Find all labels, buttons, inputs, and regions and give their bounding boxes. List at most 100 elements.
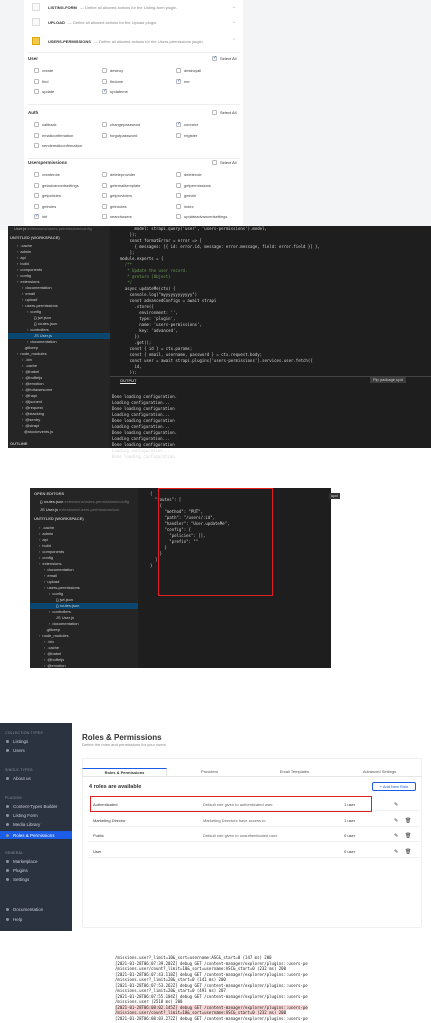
plugin-row-listing-form[interactable]: LISTING-FORM — Define all allowed action… [32, 0, 236, 14]
checkbox-icon[interactable] [176, 68, 181, 73]
permission-create[interactable]: create [34, 68, 53, 73]
add-role-button[interactable]: + Add New Role [372, 782, 416, 791]
checkbox-icon[interactable] [34, 172, 39, 177]
checkbox-icon[interactable] [102, 193, 107, 198]
delete-icon[interactable]: 🗑 [405, 818, 411, 824]
checkbox-icon[interactable] [102, 88, 107, 94]
chevron-down-icon[interactable]: ⌄ [232, 4, 236, 10]
plugin-row-users-permissions[interactable]: USERS-PERMISSIONS — Define all allowed a… [32, 34, 236, 48]
nav-item[interactable]: Roles & Permissions [0, 831, 72, 839]
permission-getroles[interactable]: getroles [34, 203, 56, 209]
tab-item[interactable]: Email Templates [252, 768, 337, 776]
workspace-header[interactable]: UNTITLED (WORKSPACE) [10, 235, 60, 241]
permission-sendemailconfirmation[interactable]: sendemailconfirmation [34, 143, 82, 148]
permission-changepassword[interactable]: changepassword [102, 122, 140, 127]
permission-emailconfirmation[interactable]: emailconfirmation [34, 132, 73, 138]
nav-item[interactable]: Settings [6, 877, 29, 882]
open-editor-item[interactable]: JS User.js extensions/users-permissions/… [40, 507, 119, 513]
permission-getpermissions[interactable]: getpermissions [176, 182, 211, 188]
permission-callback[interactable]: callback [34, 122, 56, 127]
checkbox-icon[interactable] [176, 193, 181, 198]
checkbox-icon[interactable] [34, 132, 39, 138]
workspace-header[interactable]: UNTITLED (WORKSPACE) [34, 516, 84, 522]
nav-item[interactable]: Content-Types Builder [6, 804, 58, 809]
delete-icon[interactable]: 🗑 [405, 833, 411, 839]
role-row[interactable]: Marketing Director Marketing Directors ha… [88, 813, 420, 827]
permission-destroyall[interactable]: destroyall [176, 68, 201, 73]
checkbox-icon[interactable] [34, 213, 39, 219]
edit-icon[interactable]: ✎ [394, 802, 398, 808]
permission-forgotpassword[interactable]: forgotpassword [102, 132, 137, 138]
checkbox-icon[interactable] [34, 203, 39, 209]
permission-deleteprovider[interactable]: deleteprovider [102, 172, 135, 177]
open-editor-item[interactable]: User.js extensions/users-permissions/con… [14, 226, 92, 232]
permission-getproviders[interactable]: getproviders [102, 193, 132, 198]
permission-createrole[interactable]: createrole [34, 172, 60, 177]
checkbox-icon[interactable] [212, 110, 217, 115]
delete-icon[interactable]: 🗑 [405, 849, 411, 855]
tab-output[interactable]: OUTPUT [120, 378, 137, 384]
nav-item[interactable]: Users [6, 748, 25, 753]
checkbox-icon[interactable] [34, 143, 39, 148]
checkbox-icon[interactable] [212, 55, 217, 61]
permission-getadvancedsettings[interactable]: getadvancedsettings [34, 182, 79, 188]
checkbox-icon[interactable] [102, 78, 107, 84]
chevron-up-icon[interactable]: ⌃ [232, 38, 236, 44]
permission-findone[interactable]: findone [102, 78, 123, 84]
permission-find[interactable]: find [34, 78, 48, 84]
permission-getpolicies[interactable]: getpolicies [34, 193, 61, 198]
checkbox-icon[interactable] [176, 132, 181, 138]
tab-item[interactable]: Providers [167, 768, 252, 776]
tree-item[interactable]: › @emotion [30, 663, 138, 669]
checkbox-icon[interactable] [102, 203, 107, 209]
chevron-down-icon[interactable]: ⌄ [232, 19, 236, 25]
permission-getroutes[interactable]: getroutes [102, 203, 127, 209]
tree-item[interactable]: @stockevents.js [8, 429, 110, 435]
outline-header[interactable]: OUTLINE [10, 441, 28, 447]
edit-icon[interactable]: ✎ [394, 833, 398, 839]
permission-searchusers[interactable]: searchusers [102, 214, 132, 219]
editor-tab[interactable]: upd [329, 493, 340, 499]
nav-footer-item[interactable]: Help [6, 917, 22, 922]
checkbox-icon[interactable] [102, 122, 107, 127]
role-row[interactable]: User 0 user ✎ 🗑 [88, 844, 420, 858]
nav-item[interactable]: Media Library [6, 822, 40, 827]
permission-getrole[interactable]: getrole [176, 193, 196, 198]
checkbox-icon[interactable] [34, 78, 39, 84]
permission-getemailtemplate[interactable]: getemailtemplate [102, 182, 140, 188]
select-all-checkbox[interactable]: Select All [212, 160, 236, 165]
nav-item[interactable]: Listing Form [6, 813, 38, 818]
tab-item[interactable]: Roles & Permissions [82, 768, 167, 776]
permission-deleterole[interactable]: deleterole [176, 172, 202, 177]
checkbox-icon[interactable] [176, 182, 181, 188]
open-editors-header[interactable]: OPEN EDITORS [34, 491, 64, 497]
permission-init[interactable]: init [34, 213, 47, 219]
checkbox-icon[interactable] [34, 193, 39, 198]
select-all-checkbox[interactable]: Select All [212, 110, 236, 115]
checkbox-icon[interactable] [34, 182, 39, 188]
output-channel-select[interactable]: Pip package upd [370, 377, 406, 383]
permission-destroy[interactable]: destroy [102, 68, 123, 73]
checkbox-icon[interactable] [102, 172, 107, 177]
edit-icon[interactable]: ✎ [394, 818, 398, 824]
nav-item[interactable]: Plugins [6, 868, 28, 873]
checkbox-icon[interactable] [34, 68, 39, 73]
checkbox-icon[interactable] [34, 89, 39, 94]
permission-index[interactable]: index [176, 203, 194, 209]
checkbox-icon[interactable] [176, 203, 181, 209]
tab-item[interactable]: Advanced Settings [337, 768, 422, 776]
checkbox-icon[interactable] [176, 172, 181, 177]
nav-footer-item[interactable]: Documentation [6, 907, 43, 912]
edit-icon[interactable]: ✎ [394, 849, 398, 855]
select-all-checkbox[interactable]: Select All [212, 55, 236, 61]
plugin-row-upload[interactable]: UPLOAD — Define all allowed actions for … [32, 15, 236, 29]
role-row[interactable]: Public Default role given to unauthentica… [88, 828, 420, 842]
checkbox-icon[interactable] [102, 68, 107, 73]
checkbox-icon[interactable] [102, 182, 107, 188]
permission-me[interactable]: me [176, 78, 190, 84]
permission-updateadvancedsettings[interactable]: updateadvancedsettings [176, 214, 227, 219]
nav-item[interactable]: Marketplace [6, 859, 38, 864]
checkbox-icon[interactable] [212, 160, 217, 165]
permission-updateme[interactable]: updateme [102, 88, 128, 94]
open-editor-item[interactable]: {} routes.json extensions/users-permissi… [40, 499, 129, 505]
